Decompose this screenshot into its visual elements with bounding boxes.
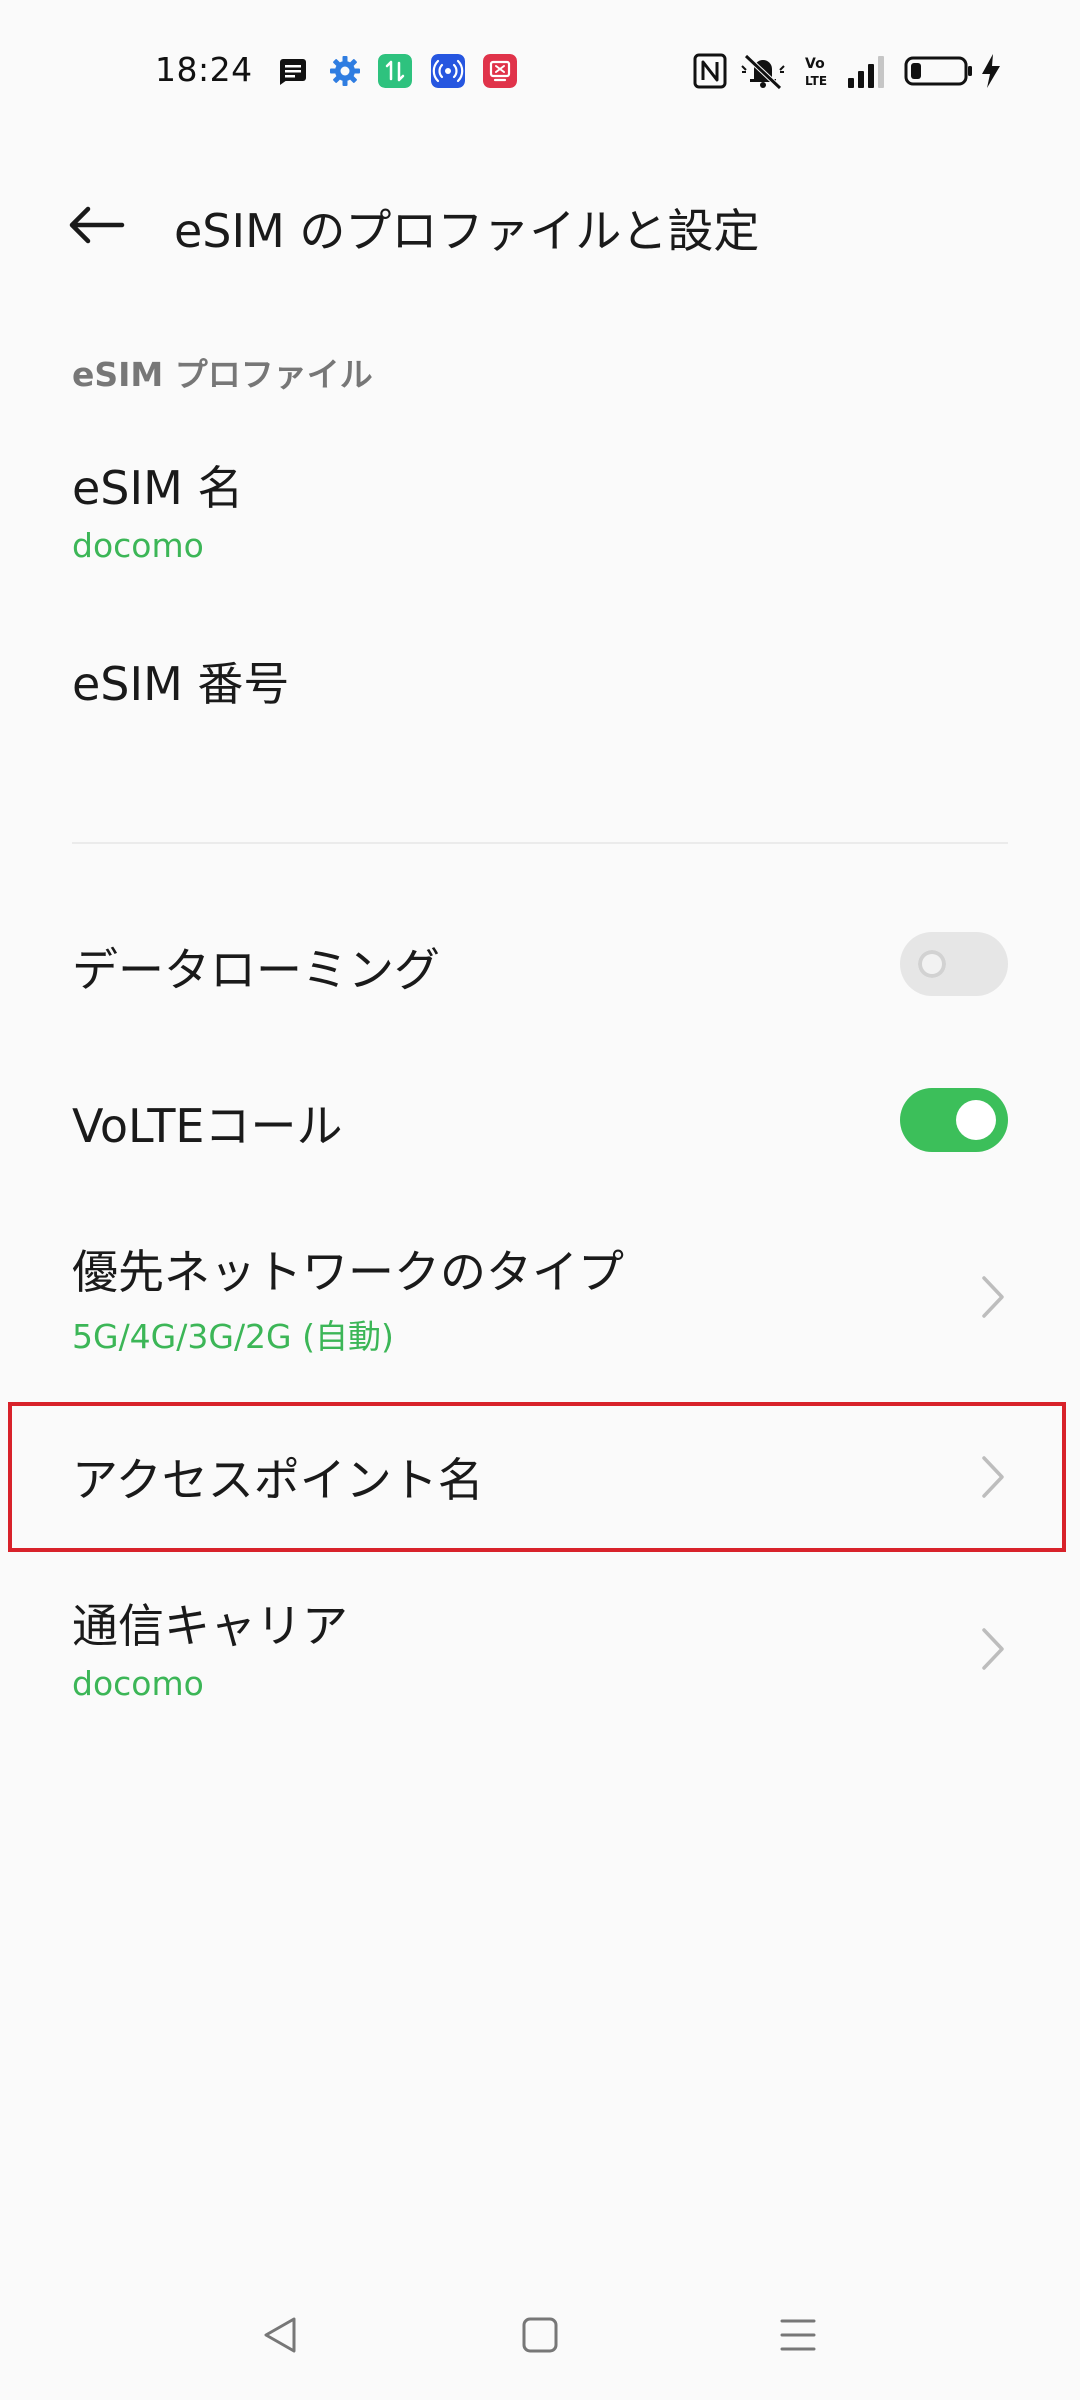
esim-number-title: eSIM 番号 (72, 657, 290, 711)
nav-menu-icon (780, 2319, 816, 2351)
settings-gear-icon (330, 56, 360, 86)
nav-home-button[interactable] (500, 2300, 580, 2370)
preferred-network-type-label: 優先ネットワークのタイプ (72, 1245, 624, 1299)
preferred-network-type-value: 5G/4G/3G/2G (自動) (72, 1317, 394, 1356)
data-roaming-toggle[interactable] (900, 932, 1008, 996)
status-bar: 18:24 Vo LTE (0, 0, 1080, 140)
toggle-knob (912, 944, 952, 984)
mute-icon (741, 54, 785, 90)
battery-icon (904, 56, 972, 86)
nav-home-icon (522, 2317, 558, 2353)
charging-icon (982, 54, 1000, 88)
nfc-icon (693, 53, 727, 89)
page-title: eSIM のプロファイルと設定 (174, 204, 760, 258)
settings-screen: 18:24 Vo LTE eSIM のプロファイルと設定 eSIM プロファイル… (0, 0, 1080, 2400)
chevron-right-icon (982, 1628, 1004, 1670)
signal-icon (848, 56, 884, 88)
carrier-row[interactable]: 通信キャリア docomo (0, 1576, 1080, 1726)
back-button[interactable] (58, 190, 134, 260)
toggle-knob (956, 1100, 996, 1140)
volte-icon: Vo LTE (805, 56, 827, 88)
hotspot-icon (431, 54, 465, 88)
esim-name-value: docomo (72, 526, 204, 565)
esim-name-row[interactable]: eSIM 名 docomo (0, 440, 1080, 590)
nav-back-button[interactable] (240, 2300, 320, 2370)
data-transfer-icon (378, 54, 412, 88)
screen-record-icon (483, 54, 517, 88)
nav-menu-button[interactable] (758, 2300, 838, 2370)
volte-call-label: VoLTEコール (72, 1099, 343, 1153)
esim-name-title: eSIM 名 (72, 461, 244, 515)
message-icon (280, 59, 306, 85)
preferred-network-type-row[interactable]: 優先ネットワークのタイプ 5G/4G/3G/2G (自動) (0, 1220, 1080, 1370)
status-time: 18:24 (155, 50, 253, 89)
volte-call-row[interactable]: VoLTEコール (0, 1066, 1080, 1176)
section-label-esim-profile: eSIM プロファイル (72, 355, 373, 394)
chevron-right-icon (982, 1276, 1004, 1318)
volte-call-toggle[interactable] (900, 1088, 1008, 1152)
navigation-bar (0, 2280, 1080, 2390)
section-divider (72, 842, 1008, 844)
back-arrow-icon (69, 206, 125, 244)
data-roaming-label: データローミング (72, 943, 440, 997)
highlight-box (8, 1402, 1066, 1552)
svg-text:LTE: LTE (805, 74, 827, 88)
esim-number-row[interactable]: eSIM 番号 (0, 630, 1080, 750)
nav-back-icon (264, 2317, 296, 2353)
carrier-value: docomo (72, 1664, 204, 1703)
app-bar: eSIM のプロファイルと設定 (0, 170, 1080, 280)
carrier-label: 通信キャリア (72, 1599, 348, 1653)
data-roaming-row[interactable]: データローミング (0, 910, 1080, 1020)
svg-text:Vo: Vo (805, 56, 825, 72)
